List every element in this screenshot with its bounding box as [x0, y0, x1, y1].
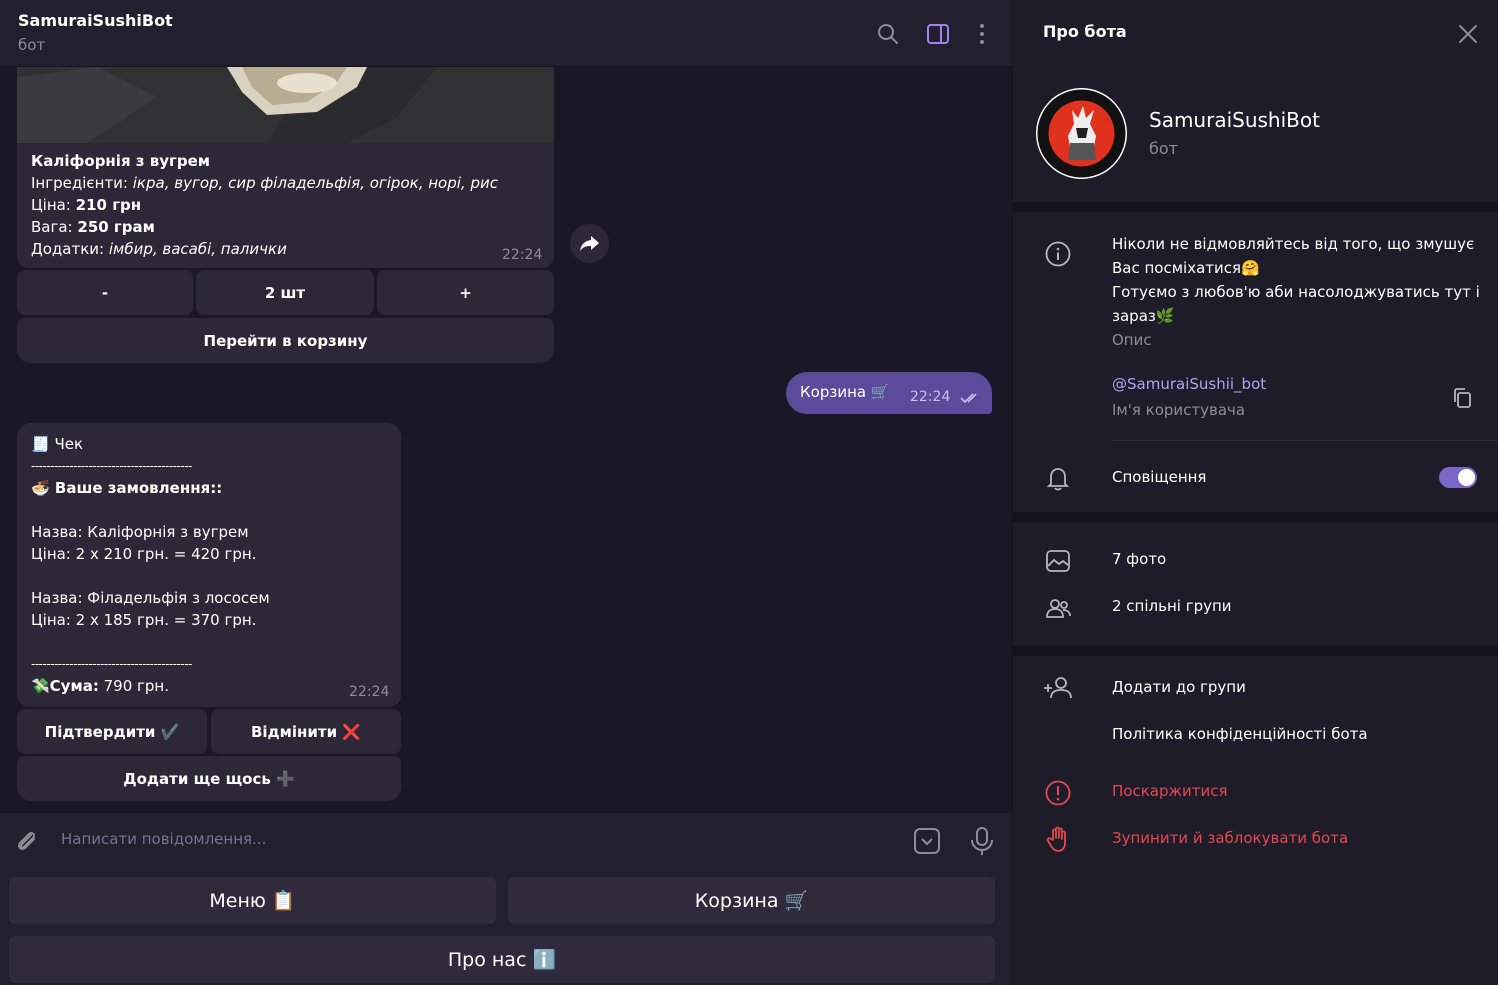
price-label: Ціна:: [31, 196, 71, 214]
description-line-1: Ніколи не відмовляйтесь від того, що зму…: [1112, 235, 1475, 277]
sum-value: 790 грн.: [98, 677, 170, 695]
decrease-quantity-button[interactable]: -: [17, 270, 193, 315]
menu-button[interactable]: Меню 📋: [9, 877, 496, 924]
report-icon: [1045, 780, 1071, 806]
product-photo[interactable]: [17, 67, 554, 143]
common-groups[interactable]: 2 спільні групи: [1112, 597, 1232, 615]
copy-icon[interactable]: [1452, 387, 1474, 409]
product-message: Каліфорнія з вугрем Інгредієнти: ікра, в…: [17, 143, 554, 268]
order-heading: 🍜 Ваше замовлення::: [31, 479, 223, 497]
photo-icon: [1046, 550, 1070, 572]
cancel-order-button[interactable]: Відмінити ❌: [211, 709, 401, 754]
weight-value: 250 грам: [77, 218, 155, 236]
message-input[interactable]: Написати повідомлення...: [61, 830, 266, 848]
receipt-title: 🧾 Чек: [31, 435, 84, 453]
cart-button[interactable]: Корзина 🛒: [508, 877, 995, 924]
confirm-order-button[interactable]: Підтвердити ✔️: [17, 709, 207, 754]
forward-button[interactable]: [570, 224, 609, 263]
ingredients-value: ікра, вугор, сир філадельфія, огірок, но…: [132, 174, 498, 192]
add-user-icon: [1044, 677, 1072, 699]
extras-value: імбир, васабі, палички: [108, 240, 287, 258]
privacy-policy[interactable]: Політика конфіденційності бота: [1112, 725, 1368, 743]
bot-keyboard-icon[interactable]: [913, 827, 941, 855]
stop-hand-icon: [1046, 826, 1066, 852]
item2-name: Назва: Філадельфія з лососем: [31, 589, 270, 607]
chat-area: SamuraiSushiBot бот Каліфорнія з вугрем …: [0, 0, 1012, 985]
chat-header[interactable]: SamuraiSushiBot бот: [0, 0, 1012, 67]
add-more-button[interactable]: Додати ще щось ➕: [17, 756, 401, 801]
add-to-group[interactable]: Додати до групи: [1112, 678, 1246, 696]
sidebar-toggle-icon[interactable]: [926, 22, 950, 46]
row-divider: [1112, 440, 1498, 441]
section-divider: [1013, 202, 1498, 212]
price-value: 210 грн: [75, 196, 142, 214]
sum-label: 💸Сума:: [31, 677, 99, 695]
item2-price: Ціна: 2 x 185 грн. = 370 грн.: [31, 611, 257, 629]
info-icon: [1045, 241, 1071, 267]
chat-subtitle: бот: [18, 36, 46, 54]
bot-username[interactable]: @SamuraiSushii_bot: [1112, 375, 1266, 393]
ingredients-label: Інгредієнти:: [31, 174, 128, 192]
message-composer: Написати повідомлення...: [0, 813, 1012, 868]
attach-icon[interactable]: [14, 828, 40, 854]
description-caption: Опис: [1112, 331, 1152, 349]
bot-name: SamuraiSushiBot: [1149, 108, 1320, 132]
bot-info-panel: Про бота SamuraiSushiBot бот Ніколи не в…: [1012, 0, 1498, 985]
receipt-divider: ----------------------------------------…: [31, 459, 192, 473]
avatar[interactable]: [1036, 88, 1127, 179]
bot-description: Ніколи не відмовляйтесь від того, що зму…: [1112, 232, 1482, 328]
notifications-label[interactable]: Сповіщення: [1112, 468, 1206, 486]
item1-name: Назва: Каліфорнія з вугрем: [31, 523, 249, 541]
receipt-time: 22:24: [349, 684, 390, 700]
increase-quantity-button[interactable]: +: [377, 270, 554, 315]
extras-label: Додатки:: [31, 240, 105, 258]
forward-icon: [580, 236, 599, 251]
go-to-cart-button[interactable]: Перейти в корзину: [17, 318, 554, 363]
telegram-window: SamuraiSushiBot бот Каліфорнія з вугрем …: [0, 0, 1498, 985]
outgoing-time: 22:24: [910, 389, 951, 405]
weight-label: Вага:: [31, 218, 73, 236]
microphone-icon[interactable]: [968, 826, 996, 856]
bell-icon: [1046, 468, 1070, 491]
close-icon[interactable]: [1457, 23, 1479, 45]
username-caption: Ім'я користувача: [1112, 401, 1246, 419]
description-line-2: Готуємо з любов'ю аби насолоджуватись ту…: [1112, 283, 1480, 325]
groups-icon: [1046, 599, 1071, 618]
search-icon[interactable]: [876, 22, 900, 46]
outgoing-message: Корзина 🛒 22:24: [786, 372, 992, 414]
block-bot[interactable]: Зупинити й заблокувати бота: [1112, 829, 1348, 847]
chat-title[interactable]: SamuraiSushiBot: [18, 11, 173, 30]
photos-count[interactable]: 7 фото: [1112, 550, 1166, 568]
notifications-toggle[interactable]: [1439, 467, 1477, 488]
item1-price: Ціна: 2 x 210 грн. = 420 грн.: [31, 545, 257, 563]
read-checkmarks-icon: [960, 393, 977, 404]
more-options-icon[interactable]: [970, 22, 994, 46]
outgoing-text: Корзина 🛒: [800, 383, 890, 401]
reply-keyboard: Меню 📋 Корзина 🛒 Про нас ℹ️: [0, 868, 1012, 985]
section-divider: [1013, 512, 1498, 522]
about-button[interactable]: Про нас ℹ️: [9, 936, 995, 983]
product-name: Каліфорнія з вугрем: [31, 152, 211, 170]
report-bot[interactable]: Поскаржитися: [1112, 782, 1228, 800]
quantity-button[interactable]: 2 шт: [196, 270, 374, 315]
receipt-message: 🧾 Чек ----------------------------------…: [17, 423, 401, 707]
receipt-divider-bottom: ----------------------------------------…: [31, 657, 192, 671]
bot-subtitle: бот: [1149, 139, 1178, 158]
section-divider: [1013, 646, 1498, 656]
message-time: 22:24: [502, 247, 543, 263]
panel-title: Про бота: [1043, 22, 1127, 41]
